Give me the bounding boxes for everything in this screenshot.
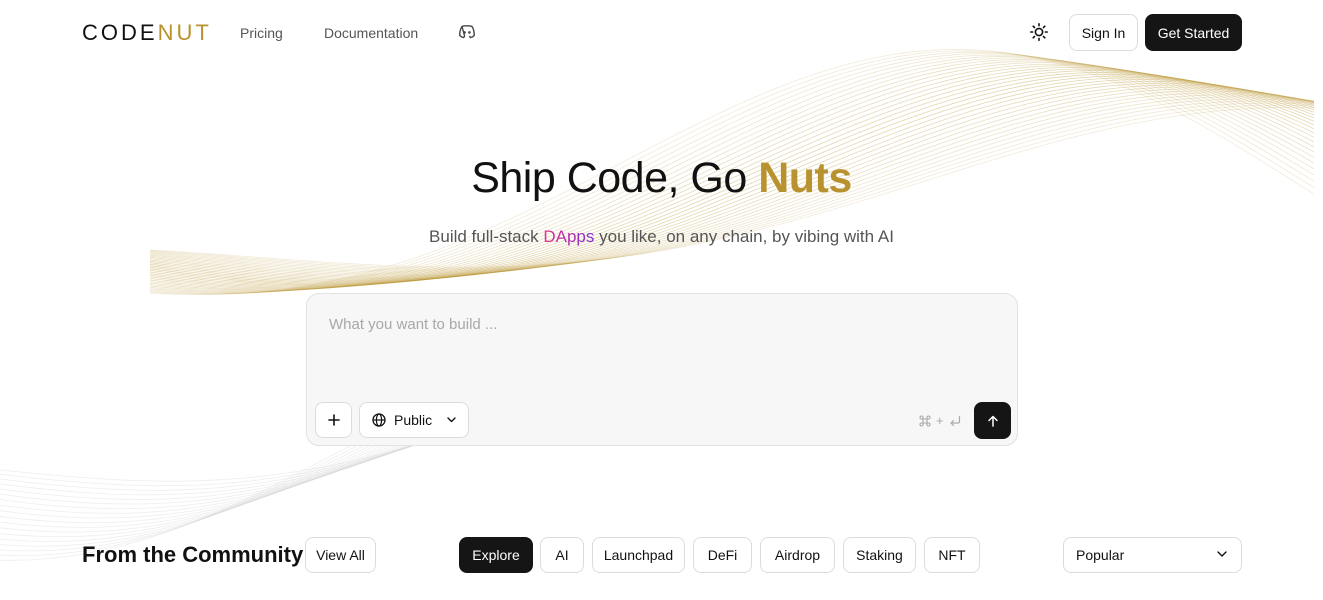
arrow-up-icon (987, 415, 998, 427)
hero-subtitle: Build full-stack DApps you like, on any … (0, 226, 1323, 248)
hero-subtitle-dapps: DApps (543, 227, 595, 246)
hero-subtitle-after: you like, on any chain, by vibing with A… (594, 227, 894, 246)
category-tab-ai[interactable]: AI (540, 537, 584, 573)
sun-icon[interactable] (1029, 22, 1049, 42)
prompt-box: Public + (306, 293, 1018, 446)
nav-link-documentation[interactable]: Documentation (324, 24, 418, 42)
sort-value: Popular (1076, 547, 1125, 563)
sort-select[interactable]: Popular (1063, 537, 1242, 573)
logo-code-text: CODE (82, 20, 158, 45)
codenut-logo[interactable]: CODENUT (82, 20, 212, 46)
category-tab-staking[interactable]: Staking (843, 537, 916, 573)
view-all-button[interactable]: View All (305, 537, 376, 573)
category-tab-defi[interactable]: DeFi (693, 537, 752, 573)
send-button[interactable] (974, 402, 1011, 439)
attach-button[interactable] (315, 402, 352, 438)
category-tab-nft[interactable]: NFT (924, 537, 980, 573)
hero-title: Ship Code, Go Nuts (0, 152, 1323, 204)
visibility-value: Public (394, 412, 433, 428)
shortcut-plus: + (936, 413, 944, 428)
category-tab-explore[interactable]: Explore (459, 537, 533, 573)
prompt-input[interactable] (307, 294, 1017, 394)
get-started-button[interactable]: Get Started (1145, 14, 1242, 51)
hero-title-main: Ship Code, Go (471, 154, 759, 202)
globe-icon (372, 413, 386, 427)
keyboard-shortcut-hint: + (918, 413, 962, 428)
category-tab-launchpad[interactable]: Launchpad (592, 537, 685, 573)
nav-link-pricing[interactable]: Pricing (240, 24, 283, 42)
command-key-icon (919, 414, 931, 427)
category-tab-airdrop[interactable]: Airdrop (760, 537, 835, 573)
community-section-title: From the Community (82, 542, 304, 567)
top-navigation: CODENUT Pricing Documentation Sign In Ge… (0, 0, 1323, 66)
hero-title-accent: Nuts (758, 154, 852, 202)
discord-icon[interactable] (458, 24, 476, 40)
chevron-down-icon (1217, 551, 1227, 557)
enter-key-icon (949, 415, 960, 426)
plus-icon (327, 414, 340, 426)
chevron-down-icon (447, 417, 456, 423)
visibility-select[interactable]: Public (359, 402, 469, 438)
hero-subtitle-before: Build full-stack (429, 227, 544, 246)
logo-nut-text: NUT (157, 20, 212, 45)
sign-in-button[interactable]: Sign In (1069, 14, 1138, 51)
